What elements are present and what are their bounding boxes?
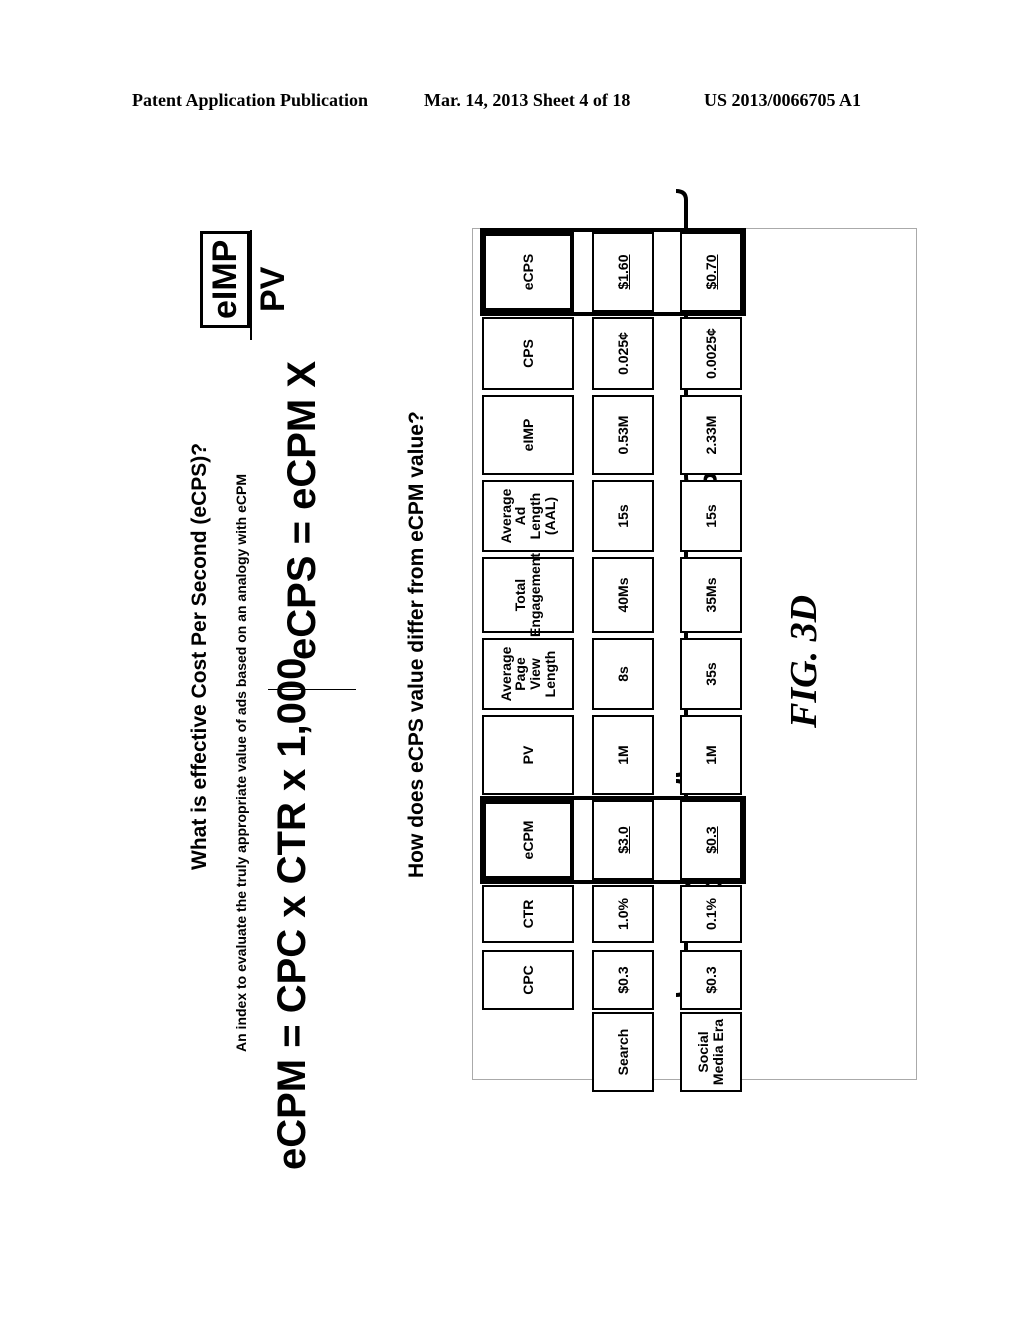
table-cell: 15s [680, 480, 742, 552]
column-header: CTR [482, 885, 574, 943]
column-header: Average Page View Length [482, 638, 574, 710]
ecps-formula: eCPS = eCPM X [280, 360, 324, 660]
fraction-bar [250, 230, 253, 340]
figure-title: What is effective Cost Per Second (eCPS)… [188, 442, 211, 870]
fraction-numerator: eIMP [200, 230, 250, 328]
table-cell: 0.53M [592, 395, 654, 475]
table-cell: 8s [592, 638, 654, 710]
publication-date-sheet: Mar. 14, 2013 Sheet 4 of 18 [424, 90, 631, 110]
ecpm-formula: eCPM = CPC x CTR x 1,000 [270, 657, 314, 1170]
table-cell: $0.3 [680, 950, 742, 1010]
column-header: Total Engagement [482, 553, 574, 637]
table-cell: $0.3 [592, 950, 654, 1010]
ecpm-column-highlight [480, 796, 746, 884]
figure-label: FIG. 3D [783, 594, 825, 728]
row-label: Social Media Era [680, 1012, 742, 1092]
table-cell: 15s [592, 480, 654, 552]
table-cell: 1M [592, 715, 654, 795]
column-header: CPC [482, 950, 574, 1010]
comparison-question: How does eCPS value differ from eCPM val… [405, 411, 428, 878]
column-header: CPS [482, 317, 574, 390]
formula-divider [268, 689, 356, 690]
table-cell: 1M [680, 715, 742, 795]
figure-3d: What is effective Cost Per Second (eCPS)… [170, 189, 917, 1180]
row-label: Search [592, 1012, 654, 1092]
table-cell: 35Ms [680, 557, 742, 633]
table-cell: 0.0025¢ [680, 317, 742, 390]
publication-type: Patent Application Publication [132, 90, 369, 110]
column-header: PV [482, 715, 574, 795]
table-cell: 0.1% [680, 885, 742, 943]
ecps-column-highlight [480, 228, 746, 316]
column-header: eIMP [482, 395, 574, 475]
column-header: Average Ad Length (AAL) [482, 480, 574, 552]
table-cell: 0.025¢ [592, 317, 654, 390]
fraction-denominator: PV [254, 266, 292, 312]
table-cell: 1.0% [592, 885, 654, 943]
table-cell: 2.33M [680, 395, 742, 475]
table-cell: 40Ms [592, 557, 654, 633]
table-cell: 35s [680, 638, 742, 710]
figure-subtitle: An index to evaluate the truly appropria… [233, 473, 249, 1052]
